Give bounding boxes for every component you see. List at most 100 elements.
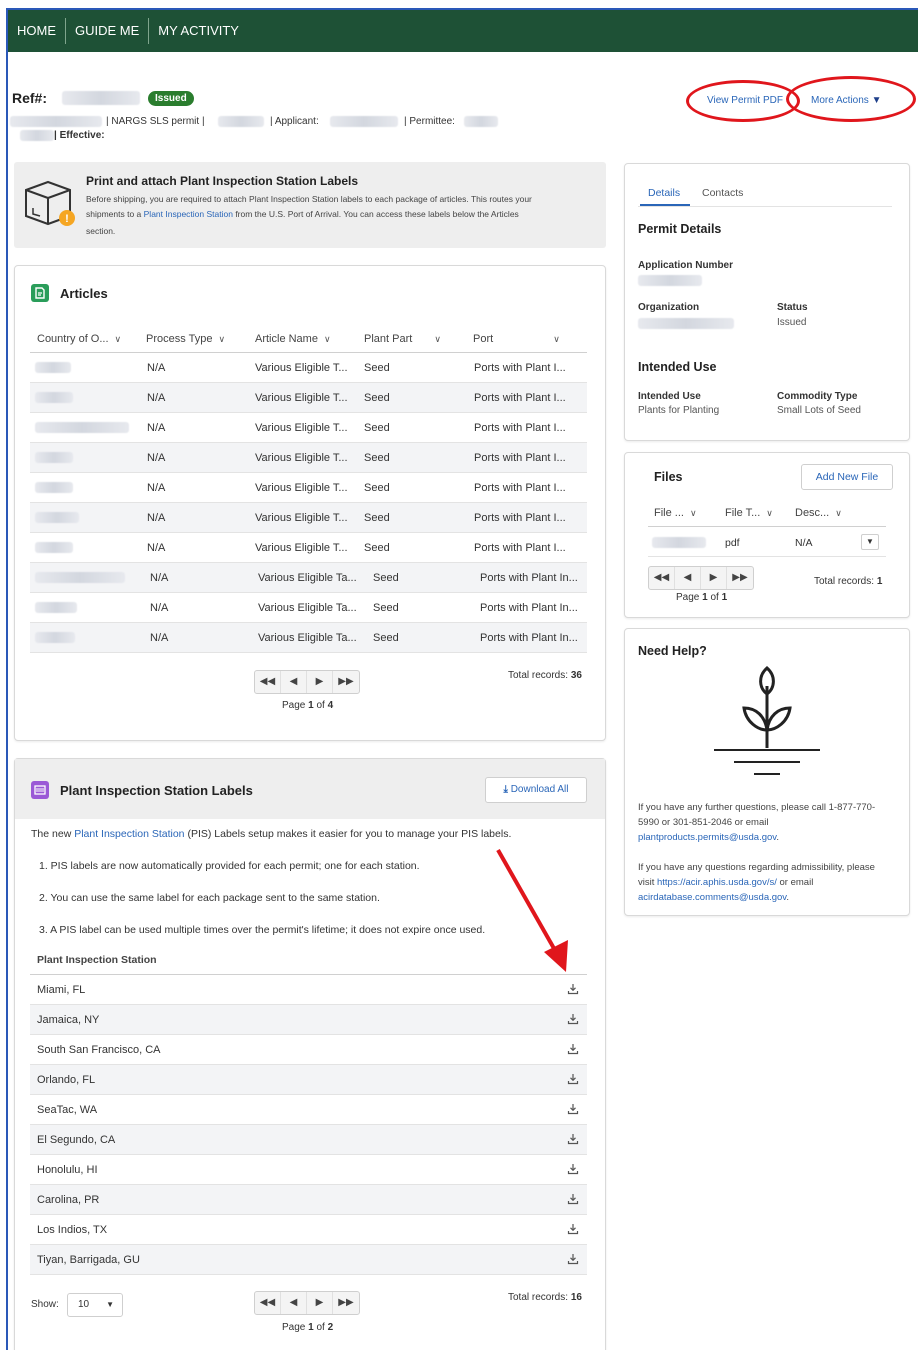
prev-page-icon[interactable]: ◀ [281,671,307,693]
port: Ports with Plant In... [480,632,578,644]
caret-down-icon: ▼ [106,1300,114,1309]
table-row[interactable]: N/A Various Eligible T... Seed Ports with P… [30,443,587,473]
email-link[interactable]: acirdatabase.comments@usda.gov [638,892,786,903]
last-page-icon[interactable]: ▶▶ [333,671,359,693]
header-divider [648,526,886,527]
list-item: Los Indios, TX [30,1215,587,1245]
files-total: Total records: 1 [814,576,883,587]
plant-part: Seed [373,602,399,614]
package-warning-icon: ! [25,180,75,226]
file-name-redacted[interactable] [652,537,706,548]
download-icon[interactable] [567,983,579,995]
pis-pager: ◀◀ ◀ ▶ ▶▶ [254,1291,360,1315]
permit-type: | NARGS SLS permit | [106,116,205,127]
col-process-type[interactable]: Process Type ∨ [146,333,225,345]
col-article-name[interactable]: Article Name ∨ [255,333,331,345]
article-name: Various Eligible T... [255,542,348,554]
article-name: Various Eligible T... [255,482,348,494]
port: Ports with Plant In... [480,572,578,584]
intended-use-label: Intended Use [638,391,701,402]
download-icon[interactable] [567,1163,579,1175]
next-page-icon[interactable]: ▶ [307,671,333,693]
chevron-down-icon: ∨ [766,508,773,518]
chevron-down-icon: ∨ [114,334,122,344]
download-icon[interactable] [567,1133,579,1145]
list-item: SeaTac, WA [30,1095,587,1125]
table-row[interactable]: N/A Various Eligible Ta... Seed Ports with … [30,623,587,653]
station-name: Jamaica, NY [37,1014,100,1026]
station-name: Miami, FL [37,984,86,996]
col-file-name[interactable]: File ... ∨ [654,507,697,519]
station-name: El Segundo, CA [37,1134,116,1146]
acir-link[interactable]: https://acir.aphis.usda.gov/s/ [657,877,777,888]
tab-contacts[interactable]: Contacts [702,187,743,199]
page-size-select[interactable]: 10 ▼ [67,1293,123,1317]
plant-part: Seed [364,542,390,554]
status-value: Issued [777,317,807,328]
process-type: N/A [150,572,169,584]
redacted [638,318,734,329]
last-page-icon[interactable]: ▶▶ [333,1292,359,1314]
col-description[interactable]: Desc... ∨ [795,507,842,519]
pis-page-info: Page 1 of 2 [282,1322,334,1333]
table-row[interactable]: N/A Various Eligible T... Seed Ports with P… [30,533,587,563]
prev-page-icon[interactable]: ◀ [281,1292,307,1314]
process-type: N/A [147,452,166,464]
add-new-file-button[interactable]: Add New File [801,464,893,490]
col-file-type[interactable]: File T... ∨ [725,507,773,519]
table-row[interactable]: N/A Various Eligible T... Seed Ports with P… [30,353,587,383]
plant-part: Seed [364,452,390,464]
download-icon[interactable] [567,1013,579,1025]
download-icon[interactable] [567,1253,579,1265]
permittee-label: | Permittee: [404,116,455,127]
station-name: Carolina, PR [37,1194,100,1206]
process-type: N/A [150,602,169,614]
download-icon[interactable] [567,1193,579,1205]
port: Ports with Plant In... [480,602,578,614]
list-item: Orlando, FL [30,1065,587,1095]
help-text-admissibility: If you have any questions regarding admi… [638,862,875,903]
articles-page-info: Page 1 of 4 [282,700,334,711]
download-icon[interactable] [567,1223,579,1235]
table-row[interactable]: N/A Various Eligible Ta... Seed Ports with … [30,593,587,623]
email-link[interactable]: plantproducts.permits@usda.gov [638,832,776,843]
table-row[interactable]: N/A Various Eligible T... Seed Ports with P… [30,383,587,413]
nav-my-activity[interactable]: MY ACTIVITY [149,18,248,44]
table-row[interactable]: N/A Various Eligible T... Seed Ports with P… [30,503,587,533]
ref-number-redacted [62,91,140,105]
table-row[interactable]: N/A Various Eligible Ta... Seed Ports with … [30,563,587,593]
organization-label: Organization [638,302,700,313]
tab-details[interactable]: Details [648,187,680,199]
col-plant-part[interactable]: Plant Part ∨ [364,333,441,345]
pis-link[interactable]: Plant Inspection Station [74,828,184,840]
next-page-icon[interactable]: ▶ [701,567,727,589]
prev-page-icon[interactable]: ◀ [675,567,701,589]
articles-title: Articles [60,286,108,301]
table-row[interactable]: N/A Various Eligible T... Seed Ports with P… [30,473,587,503]
download-all-button[interactable]: ⤓ Download All [485,777,587,803]
download-icon[interactable] [567,1103,579,1115]
permit-details-title: Permit Details [638,222,722,236]
nav-home[interactable]: HOME [8,18,66,44]
plant-part: Seed [364,512,390,524]
last-page-icon[interactable]: ▶▶ [727,567,753,589]
first-page-icon[interactable]: ◀◀ [255,671,281,693]
banner-text: shipments to a Plant Inspection Station … [86,209,519,219]
nav-guide-me[interactable]: GUIDE ME [66,18,150,44]
next-page-icon[interactable]: ▶ [307,1292,333,1314]
status-label: Status [777,302,808,313]
col-port[interactable]: Port ∨ [473,333,560,345]
download-icon[interactable] [567,1073,579,1085]
first-page-icon[interactable]: ◀◀ [255,1292,281,1314]
table-row[interactable]: N/A Various Eligible T... Seed Ports with P… [30,413,587,443]
first-page-icon[interactable]: ◀◀ [649,567,675,589]
pis-link[interactable]: Plant Inspection Station [144,209,233,219]
country-redacted [35,392,73,403]
redacted [218,116,264,127]
col-country[interactable]: Country of O... ∨ [37,333,121,345]
port: Ports with Plant I... [474,452,566,464]
row-actions-menu[interactable]: ▼ [861,534,879,550]
article-name: Various Eligible T... [255,512,348,524]
download-icon[interactable] [567,1043,579,1055]
files-title: Files [654,470,683,484]
